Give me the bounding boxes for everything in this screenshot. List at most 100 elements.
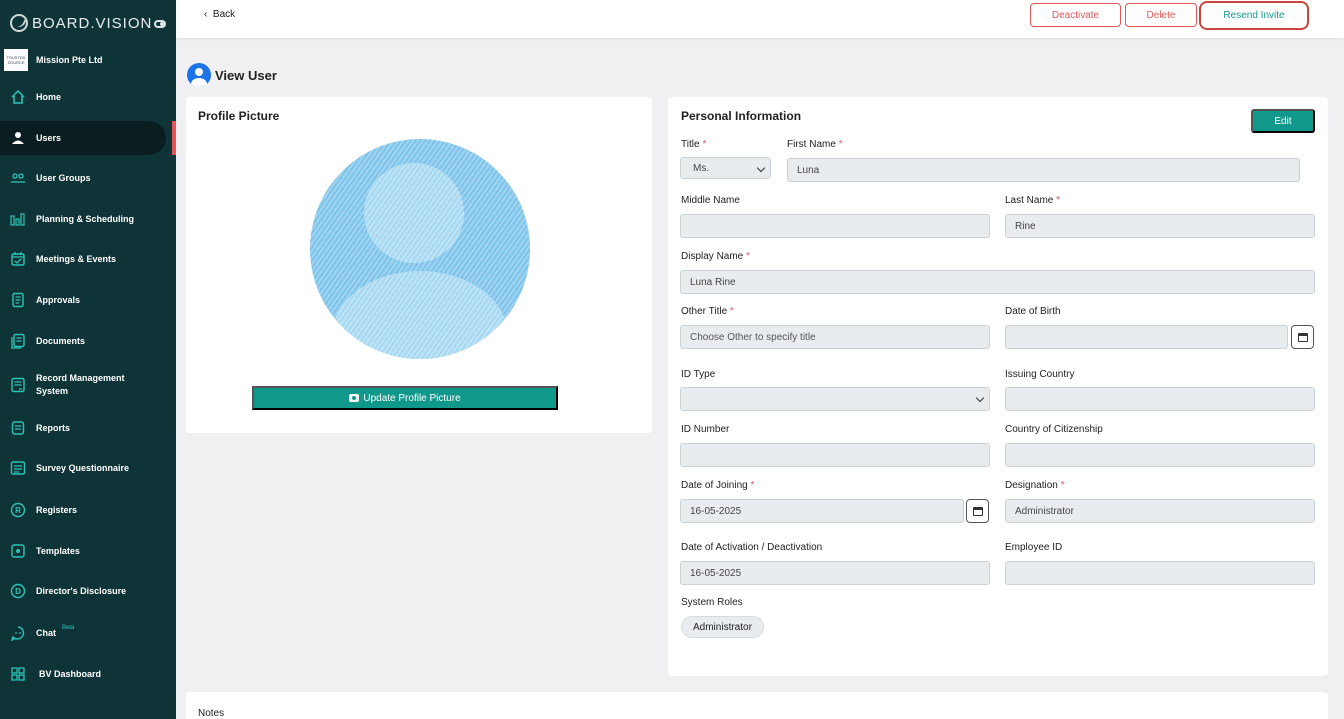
avatar-head-shape: [364, 163, 464, 263]
templates-icon: [10, 543, 26, 559]
citizenship-label: Country of Citizenship: [1005, 424, 1103, 435]
brand-name: BOARD.VISION: [32, 14, 153, 32]
update-profile-picture-button[interactable]: Update Profile Picture: [252, 386, 558, 410]
avatar-body-shape: [332, 271, 508, 359]
sidebar-item-label: Registers: [36, 505, 78, 515]
other-title-field[interactable]: Choose Other to specify title: [680, 325, 990, 349]
sidebar-toggle-icon[interactable]: [154, 20, 166, 28]
organization-switcher[interactable]: TRUSTED SOURCE Mission Pte Ltd: [4, 49, 103, 71]
home-icon: [10, 89, 26, 105]
sidebar-item-label: Home: [36, 92, 62, 102]
calendar-icon: [1297, 332, 1308, 342]
sidebar-item-label: Documents: [36, 336, 86, 346]
last-name-field[interactable]: Rine: [1005, 214, 1315, 238]
sidebar-item-reports[interactable]: Reports: [0, 411, 176, 445]
middle-name-field[interactable]: [680, 214, 990, 238]
sidebar-item-user-groups[interactable]: User Groups: [0, 161, 176, 195]
id-number-label: ID Number: [681, 424, 730, 435]
brand-logo[interactable]: BOARD.VISION: [10, 14, 152, 32]
sidebar-item-label: Survey Questionnaire: [36, 463, 130, 473]
system-role-chip: Administrator: [681, 616, 764, 638]
sidebar-item-bv-dashboard[interactable]: BV Dashboard: [0, 657, 176, 691]
sidebar-item-planning[interactable]: Planning & Scheduling: [0, 202, 176, 236]
sidebar-item-meetings[interactable]: Meetings & Events: [0, 242, 176, 276]
sidebar-item-label: Users: [36, 133, 62, 143]
sidebar-item-label: Approvals: [36, 295, 81, 305]
date-of-birth-label: Date of Birth: [1005, 306, 1061, 317]
sidebar-item-records[interactable]: Record Management System: [0, 366, 176, 404]
sidebar-item-home[interactable]: Home: [0, 80, 176, 114]
activation-date-label: Date of Activation / Deactivation: [681, 542, 823, 553]
camera-icon: [349, 394, 360, 402]
title-select[interactable]: Ms.: [680, 157, 771, 179]
date-of-joining-calendar-button[interactable]: [966, 499, 989, 523]
active-indicator: [172, 121, 176, 155]
org-logo: TRUSTED SOURCE: [4, 49, 28, 71]
id-type-label: ID Type: [681, 369, 716, 380]
disclosure-icon: D: [10, 583, 26, 599]
title-label: Title *: [681, 139, 707, 150]
svg-text:D: D: [15, 587, 21, 596]
sidebar-item-documents[interactable]: Documents: [0, 324, 176, 358]
sidebar-item-directors-disclosure[interactable]: D Director's Disclosure: [0, 574, 176, 608]
date-of-birth-field[interactable]: [1005, 325, 1288, 349]
reports-icon: [10, 420, 26, 436]
back-link[interactable]: ‹ Back: [204, 9, 235, 20]
delete-button[interactable]: Delete: [1125, 3, 1197, 27]
id-number-field[interactable]: [680, 443, 990, 467]
profile-picture: [310, 139, 530, 359]
sidebar-item-templates[interactable]: Templates: [0, 534, 176, 568]
sidebar-item-survey[interactable]: Survey Questionnaire: [0, 451, 176, 485]
date-of-joining-field[interactable]: 16-05-2025: [680, 499, 964, 523]
sidebar-item-users[interactable]: Users: [0, 121, 166, 155]
date-of-joining-label: Date of Joining *: [681, 480, 755, 491]
svg-text:R: R: [15, 506, 21, 515]
chat-icon: [10, 625, 26, 641]
issuing-country-field[interactable]: [1005, 387, 1315, 411]
first-name-field[interactable]: Luna: [787, 158, 1300, 182]
top-bar: ‹ Back Deactivate Delete Resend Invite: [176, 0, 1344, 38]
user-groups-icon: [10, 170, 26, 186]
sidebar-item-registers[interactable]: R Registers: [0, 493, 176, 527]
chevron-left-icon: ‹: [204, 9, 208, 20]
calendar-icon: [972, 506, 983, 516]
sidebar-item-label: BV Dashboard: [39, 669, 102, 679]
user-icon: [10, 130, 26, 146]
personal-card-title: Personal Information: [681, 109, 802, 123]
edit-button[interactable]: Edit: [1251, 109, 1315, 133]
notes-card: Notes: [186, 692, 1328, 719]
last-name-label: Last Name *: [1005, 195, 1061, 206]
board-vision-logo-icon: [10, 14, 28, 32]
system-roles-label: System Roles: [681, 597, 743, 608]
dashboard-icon: [10, 666, 26, 682]
sidebar-item-label: Reports: [36, 423, 71, 433]
registers-icon: R: [10, 502, 26, 518]
sidebar-item-label: User Groups: [36, 173, 91, 183]
planning-icon: [10, 211, 26, 227]
date-of-birth-calendar-button[interactable]: [1291, 325, 1314, 349]
display-name-field[interactable]: Luna Rine: [680, 270, 1315, 294]
page-title: View User: [215, 67, 277, 83]
first-name-label: First Name *: [787, 139, 843, 150]
deactivate-button[interactable]: Deactivate: [1030, 3, 1121, 27]
other-title-label: Other Title *: [681, 306, 734, 317]
sidebar-item-label: Record Management System: [36, 373, 125, 396]
sidebar-item-label: Templates: [36, 546, 80, 556]
notes-label: Notes: [198, 708, 225, 719]
resend-invite-button[interactable]: Resend Invite: [1199, 1, 1309, 30]
activation-date-field[interactable]: 16-05-2025: [680, 561, 990, 585]
employee-id-field[interactable]: [1005, 561, 1315, 585]
designation-label: Designation *: [1005, 480, 1065, 491]
sidebar-item-label: Director's Disclosure: [36, 586, 127, 596]
chevron-down-icon: [756, 163, 766, 173]
employee-id-label: Employee ID: [1005, 542, 1063, 553]
id-type-select[interactable]: [680, 387, 990, 411]
middle-name-label: Middle Name: [681, 195, 740, 206]
designation-field[interactable]: Administrator: [1005, 499, 1315, 523]
sidebar-item-chat[interactable]: Chat Beta: [0, 616, 176, 650]
profile-picture-card: Profile Picture Update Profile Picture: [186, 97, 652, 433]
citizenship-field[interactable]: [1005, 443, 1315, 467]
sidebar-item-approvals[interactable]: Approvals: [0, 283, 176, 317]
page-heading: View User: [187, 63, 277, 87]
survey-icon: [10, 460, 26, 476]
